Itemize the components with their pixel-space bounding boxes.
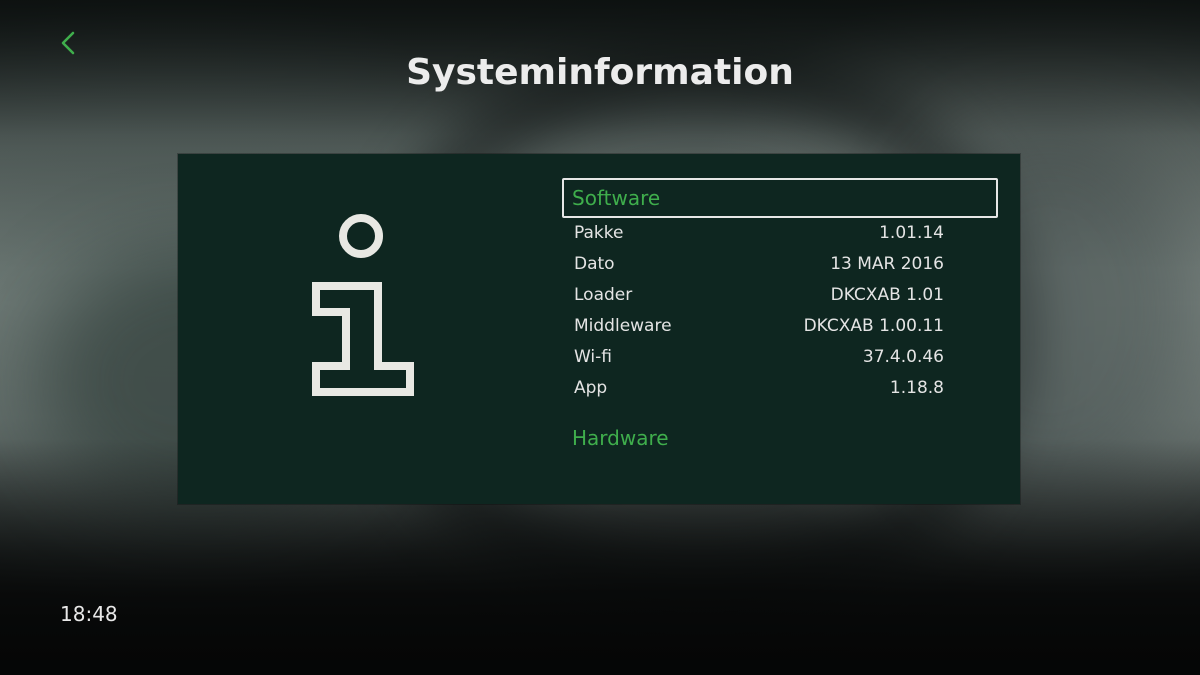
section-header-software[interactable]: Software [562, 178, 998, 218]
section-title: Software [572, 186, 661, 210]
info-value: 1.01.14 [879, 223, 944, 243]
info-row-pakke: Pakke 1.01.14 [562, 218, 1000, 249]
info-value: 13 MAR 2016 [830, 254, 944, 274]
info-label: Dato [574, 254, 615, 274]
info-row-app: App 1.18.8 [562, 373, 1000, 404]
info-value: 37.4.0.46 [862, 347, 944, 367]
info-label: Loader [574, 285, 633, 305]
info-row-wifi: Wi-fi 37.4.0.46 [562, 342, 1000, 373]
info-label: App [574, 378, 608, 398]
section-title: Hardware [572, 426, 669, 450]
info-row-dato: Dato 13 MAR 2016 [562, 249, 1000, 280]
info-label: Middleware [574, 316, 672, 336]
info-row-loader: Loader DKCXAB 1.01 [562, 280, 1000, 311]
info-list[interactable]: Software Pakke 1.01.14 Dato 13 MAR 2016 … [562, 178, 1000, 470]
info-icon [310, 214, 416, 398]
system-info-panel: Software Pakke 1.01.14 Dato 13 MAR 2016 … [178, 154, 1020, 504]
section-header-hardware[interactable]: Hardware [562, 418, 1000, 458]
info-value: DKCXAB 1.01 [830, 285, 944, 305]
page-title: Systeminformation [406, 52, 794, 93]
info-row-middleware: Middleware DKCXAB 1.00.11 [562, 311, 1000, 342]
info-label: Wi-fi [574, 347, 613, 367]
info-value: DKCXAB 1.00.11 [803, 316, 944, 336]
info-value: 1.18.8 [889, 378, 944, 398]
info-label: Pakke [574, 223, 624, 243]
screen: Systeminformation Software Pakke 1.01.14… [0, 0, 1200, 675]
clock: 18:48 [60, 602, 118, 626]
